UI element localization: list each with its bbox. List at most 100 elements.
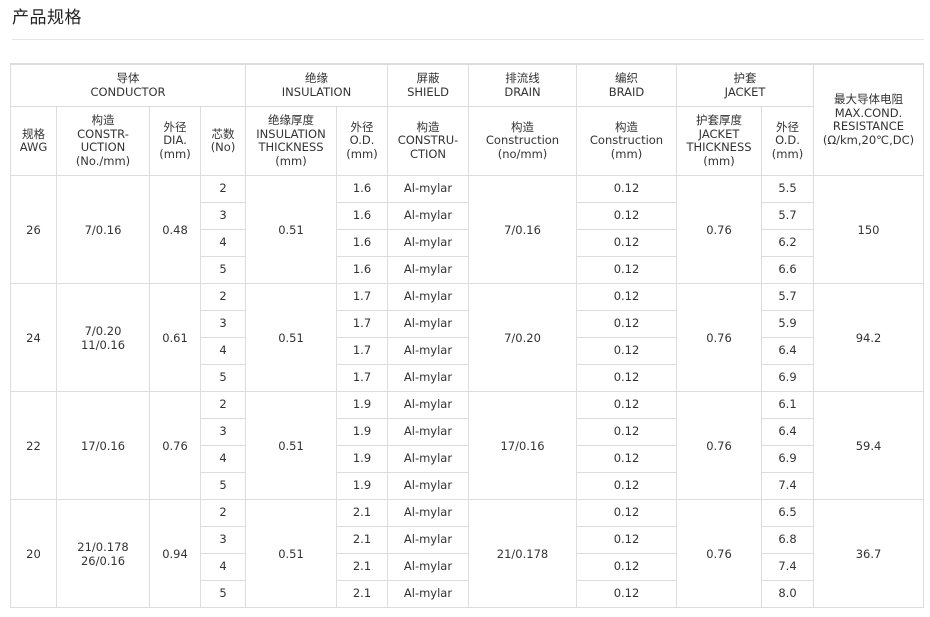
braid-cell: 0.12 xyxy=(576,202,677,230)
header-conductor-en: CONDUCTOR xyxy=(90,84,166,99)
insulation-od-cell: 1.6 xyxy=(336,202,388,230)
insulation-od-cell: 1.7 xyxy=(336,310,388,338)
shield-cell: Al-mylar xyxy=(387,418,469,446)
resistance-cell: 36.7 xyxy=(813,499,924,608)
header-drain: 排流线 DRAIN xyxy=(468,63,577,107)
braid-cell: 0.12 xyxy=(576,391,677,419)
jacket-thickness-cell: 0.76 xyxy=(676,391,762,500)
header-conductor: 导体 CONDUCTOR xyxy=(10,63,246,107)
conductor-dia-cell: 0.61 xyxy=(149,283,201,392)
braid-cell: 0.12 xyxy=(576,553,677,581)
jacket-od-cell: 5.7 xyxy=(761,202,814,230)
insulation-od-cell: 1.9 xyxy=(336,418,388,446)
insulation-thickness-cell: 0.51 xyxy=(245,175,337,284)
shield-cell: Al-mylar xyxy=(387,499,469,527)
conductor-construction-cell: 7/0.16 xyxy=(56,175,150,284)
shield-cell: Al-mylar xyxy=(387,391,469,419)
header-braid-en: BRAID xyxy=(608,84,645,99)
insulation-od-cell: 2.1 xyxy=(336,580,388,608)
header-row-groups: 导体 CONDUCTOR 绝缘 INSULATION 屏蔽 SHIELD 排流线… xyxy=(10,63,924,176)
page-title: 产品规格 xyxy=(12,8,82,28)
jacket-od-cell: 5.9 xyxy=(761,310,814,338)
braid-cell: 0.12 xyxy=(576,526,677,554)
cores-cell: 3 xyxy=(200,418,246,446)
insulation-od-cell: 1.9 xyxy=(336,472,388,500)
conductor-dia-cell: 0.94 xyxy=(149,499,201,608)
jacket-thickness-cell: 0.76 xyxy=(676,175,762,284)
header-row-sub: 规格 AWG 构造 CONSTR- UCTION (No./mm) 外径 DIA… xyxy=(10,106,924,176)
insulation-thickness-cell: 0.51 xyxy=(245,499,337,608)
cores-cell: 2 xyxy=(200,499,246,527)
conductor-construction-cell: 7/0.20 11/0.16 xyxy=(56,283,150,392)
braid-cell: 0.12 xyxy=(576,283,677,311)
insulation-thickness-cell: 0.51 xyxy=(245,391,337,500)
cores-cell: 5 xyxy=(200,256,246,284)
spec-table-body: 26 7/0.16 0.48 2 0.51 1.6 Al-mylar 7/0.1… xyxy=(10,175,924,608)
subheader-insulation-od: 外径 O.D. (mm) xyxy=(336,106,388,176)
jacket-od-cell: 6.4 xyxy=(761,337,814,365)
shield-cell: Al-mylar xyxy=(387,472,469,500)
drain-cell: 7/0.16 xyxy=(468,175,577,284)
cores-cell: 4 xyxy=(200,337,246,365)
table-row: 20 21/0.178 26/0.16 0.94 2 0.51 2.1 Al-m… xyxy=(10,499,924,608)
jacket-od-cell: 5.5 xyxy=(761,175,814,203)
insulation-od-cell: 1.6 xyxy=(336,229,388,257)
subheader-conductor-dia: 外径 DIA. (mm) xyxy=(149,106,201,176)
insulation-od-cell: 1.9 xyxy=(336,391,388,419)
shield-cell: Al-mylar xyxy=(387,202,469,230)
insulation-od-cell: 1.7 xyxy=(336,364,388,392)
header-braid: 编织 BRAID xyxy=(576,63,677,107)
braid-cell: 0.12 xyxy=(576,499,677,527)
shield-cell: Al-mylar xyxy=(387,445,469,473)
subheader-braid-construction: 构造 Construction (mm) xyxy=(576,106,677,176)
braid-cell: 0.12 xyxy=(576,337,677,365)
awg-cell: 26 xyxy=(10,175,57,284)
subheader-cores: 芯数 (No) xyxy=(200,106,246,176)
cores-cell: 4 xyxy=(200,445,246,473)
braid-cell: 0.12 xyxy=(576,364,677,392)
insulation-od-cell: 1.7 xyxy=(336,337,388,365)
insulation-od-cell: 2.1 xyxy=(336,526,388,554)
subheader-drain-construction: 构造 Construction (no/mm) xyxy=(468,106,577,176)
drain-cell: 21/0.178 xyxy=(468,499,577,608)
insulation-od-cell: 1.6 xyxy=(336,256,388,284)
insulation-thickness-cell: 0.51 xyxy=(245,283,337,392)
cores-cell: 2 xyxy=(200,283,246,311)
awg-cell: 20 xyxy=(10,499,57,608)
cores-cell: 2 xyxy=(200,175,246,203)
header-insulation-en: INSULATION xyxy=(281,84,352,99)
cores-cell: 4 xyxy=(200,553,246,581)
resistance-cell: 150 xyxy=(813,175,924,284)
awg-cell: 22 xyxy=(10,391,57,500)
jacket-od-cell: 8.0 xyxy=(761,580,814,608)
braid-cell: 0.12 xyxy=(576,472,677,500)
shield-cell: Al-mylar xyxy=(387,364,469,392)
jacket-od-cell: 6.6 xyxy=(761,256,814,284)
cores-cell: 2 xyxy=(200,391,246,419)
insulation-od-cell: 1.7 xyxy=(336,283,388,311)
drain-cell: 7/0.20 xyxy=(468,283,577,392)
drain-cell: 17/0.16 xyxy=(468,391,577,500)
cores-cell: 3 xyxy=(200,310,246,338)
table-row: 22 17/0.16 0.76 2 0.51 1.9 Al-mylar 17/0… xyxy=(10,391,924,500)
braid-cell: 0.12 xyxy=(576,580,677,608)
insulation-od-cell: 1.6 xyxy=(336,175,388,203)
jacket-od-cell: 6.9 xyxy=(761,364,814,392)
shield-cell: Al-mylar xyxy=(387,229,469,257)
insulation-od-cell: 1.9 xyxy=(336,445,388,473)
insulation-od-cell: 2.1 xyxy=(336,553,388,581)
jacket-od-cell: 7.4 xyxy=(761,553,814,581)
insulation-od-cell: 2.1 xyxy=(336,499,388,527)
jacket-od-cell: 6.2 xyxy=(761,229,814,257)
braid-cell: 0.12 xyxy=(576,310,677,338)
shield-cell: Al-mylar xyxy=(387,553,469,581)
header-drain-zh: 排流线 xyxy=(505,71,540,85)
subheader-jacket-thickness: 护套厚度 JACKET THICKNESS (mm) xyxy=(676,106,762,176)
conductor-construction-cell: 21/0.178 26/0.16 xyxy=(56,499,150,608)
conductor-dia-cell: 0.76 xyxy=(149,391,201,500)
header-insulation-zh: 绝缘 xyxy=(305,71,328,85)
shield-cell: Al-mylar xyxy=(387,310,469,338)
subheader-jacket-od: 外径 O.D. (mm) xyxy=(761,106,814,176)
shield-cell: Al-mylar xyxy=(387,175,469,203)
jacket-od-cell: 6.9 xyxy=(761,445,814,473)
